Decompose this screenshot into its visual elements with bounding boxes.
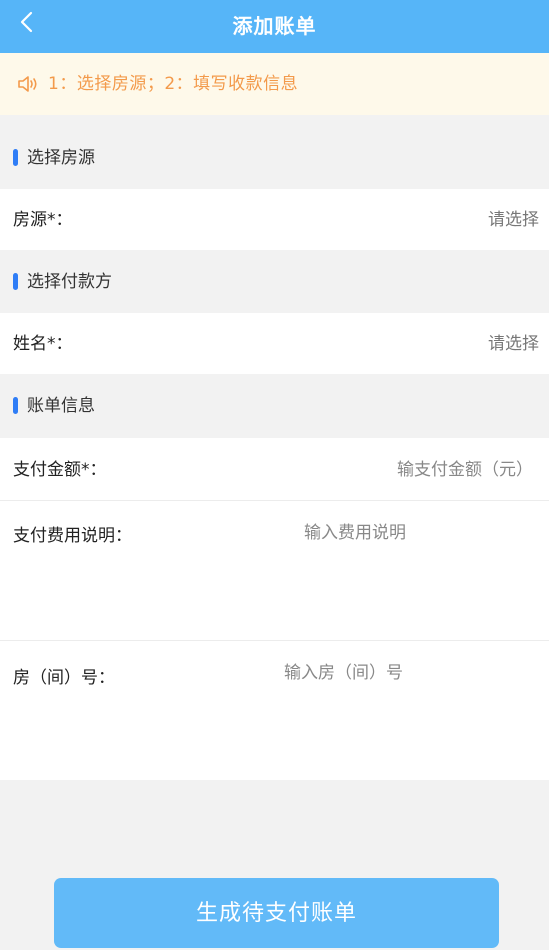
payer-select-value[interactable]: 请选择 bbox=[488, 313, 539, 375]
notice-text: 1：选择房源；2：填写收款信息 bbox=[48, 74, 299, 94]
header-bar: 添加账单 bbox=[0, 0, 549, 53]
payer-select-row[interactable]: 姓名*： 请选择 bbox=[0, 313, 549, 374]
section-accent-bar bbox=[13, 397, 18, 414]
section-header-payer: 选择付款方 bbox=[0, 251, 549, 313]
room-number-label: 房（间）号： bbox=[13, 668, 115, 688]
speaker-icon bbox=[18, 76, 37, 92]
section-header-property: 选择房源 bbox=[0, 127, 549, 189]
amount-input[interactable]: 输支付金额（元） bbox=[397, 438, 533, 502]
payer-label: 姓名*： bbox=[13, 334, 73, 354]
page-title: 添加账单 bbox=[232, 14, 317, 38]
property-select-value[interactable]: 请选择 bbox=[488, 189, 539, 251]
amount-label: 支付金额*： bbox=[13, 460, 107, 480]
section-accent-bar bbox=[13, 273, 18, 290]
room-number-input[interactable]: 输入房（间）号 bbox=[284, 658, 403, 683]
notice-banner: 1：选择房源；2：填写收款信息 bbox=[0, 53, 549, 115]
property-select-row[interactable]: 房源*： 请选择 bbox=[0, 189, 549, 250]
section-accent-bar bbox=[13, 149, 18, 166]
divider bbox=[0, 640, 549, 641]
description-input[interactable]: 输入费用说明 bbox=[304, 518, 406, 543]
description-label: 支付费用说明： bbox=[13, 526, 132, 546]
bill-info-card: 支付金额*： 输支付金额（元） 支付费用说明： 输入费用说明 房（间）号： 输入… bbox=[0, 438, 549, 780]
generate-bill-button[interactable]: 生成待支付账单 bbox=[54, 878, 499, 948]
section-title: 选择房源 bbox=[27, 148, 95, 168]
section-header-bill: 账单信息 bbox=[0, 375, 549, 437]
section-title: 选择付款方 bbox=[27, 272, 112, 292]
divider bbox=[0, 500, 549, 501]
section-title: 账单信息 bbox=[27, 396, 95, 416]
property-label: 房源*： bbox=[13, 210, 73, 230]
